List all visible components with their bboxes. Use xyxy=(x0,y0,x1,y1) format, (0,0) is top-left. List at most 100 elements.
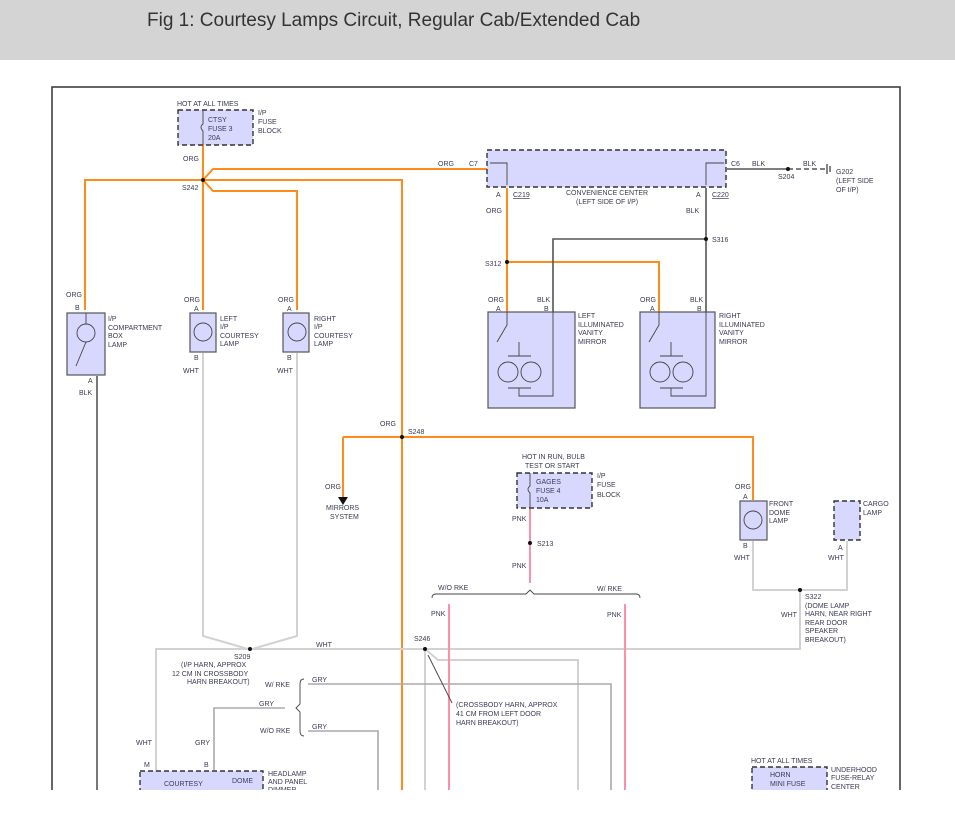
label: PNK xyxy=(512,563,527,570)
label: COURTESY xyxy=(220,333,259,340)
label: (LEFT SIDE OF I/P) xyxy=(576,199,638,206)
label: W/O RKE xyxy=(438,585,469,592)
label: G202 xyxy=(836,169,853,176)
label: A xyxy=(287,306,292,313)
label: ORG xyxy=(735,484,751,491)
label: W/ RKE xyxy=(265,682,290,689)
label: LEFT xyxy=(220,316,238,323)
label: GRY xyxy=(259,701,274,708)
label: FUSE xyxy=(597,482,616,489)
label: CARGO xyxy=(863,501,889,508)
label: ORG xyxy=(486,208,502,215)
label: A xyxy=(88,378,93,385)
label: BLK xyxy=(79,390,93,397)
label: BLK xyxy=(686,208,700,215)
label: A xyxy=(496,306,501,313)
label: BLK xyxy=(537,297,551,304)
label: LAMP xyxy=(314,341,333,348)
label: B xyxy=(204,762,209,769)
label: PNK xyxy=(431,611,446,618)
label: COURTESY xyxy=(314,333,353,340)
label: (DOME LAMP xyxy=(805,603,850,610)
pnk-wires xyxy=(448,508,626,790)
label: I/P xyxy=(220,324,229,331)
label: DIMMER xyxy=(268,787,296,794)
label: VANITY xyxy=(719,330,744,337)
label: PNK xyxy=(607,612,622,619)
label: A xyxy=(838,545,843,552)
label: WHT xyxy=(781,612,798,619)
label: BLK xyxy=(752,161,766,168)
convenience-center xyxy=(486,149,727,188)
label: W/ RKE xyxy=(597,586,622,593)
label: WHT xyxy=(183,368,200,375)
label: I/P xyxy=(258,110,267,117)
label: ORG xyxy=(278,297,294,304)
label: HARN, NEAR RIGHT xyxy=(805,611,873,618)
label: GRY xyxy=(312,677,327,684)
ground-icon xyxy=(826,164,831,174)
label: I/P xyxy=(314,324,323,331)
label: 12 CM IN CROSSBODY xyxy=(172,671,249,678)
connector-link[interactable]: C219 xyxy=(513,192,530,199)
label: BLK xyxy=(803,161,817,168)
label: 20A xyxy=(208,135,221,142)
label: WHT xyxy=(136,740,153,747)
label: B xyxy=(544,306,549,313)
label: B xyxy=(194,355,199,362)
right-vanity-mirror xyxy=(639,311,716,409)
label: HARN BREAKOUT) xyxy=(187,679,250,686)
label: SPEAKER xyxy=(805,628,838,635)
label: WHT xyxy=(277,368,294,375)
label: LAMP xyxy=(108,342,127,349)
label: HOT AT ALL TIMES xyxy=(177,101,239,108)
label: MIRROR xyxy=(578,339,606,346)
label: (LEFT SIDE xyxy=(836,178,874,185)
label: HOT IN RUN, BULB xyxy=(522,454,585,461)
org-wires xyxy=(84,145,754,790)
arrow-icon xyxy=(338,497,348,505)
label: FUSE-RELAY xyxy=(831,775,875,782)
label: A xyxy=(743,494,748,501)
label: COMPARTMENT xyxy=(108,325,163,332)
label: BOX xyxy=(108,333,123,340)
label: 41 CM FROM LEFT DOOR xyxy=(456,711,541,718)
label: REAR DOOR xyxy=(805,620,847,627)
label: CTSY xyxy=(208,117,227,124)
label: COURTESY xyxy=(164,781,203,788)
label: (CROSSBODY HARN, APPROX xyxy=(456,702,558,709)
label: C6 xyxy=(731,161,740,168)
label: HARN BREAKOUT) xyxy=(456,720,519,727)
connector-link[interactable]: C220 xyxy=(712,192,729,199)
label: LAMP xyxy=(769,518,788,525)
label: M xyxy=(144,762,150,769)
left-vanity-mirror xyxy=(487,311,576,409)
label: C7 xyxy=(469,161,478,168)
label: MINI FUSE xyxy=(770,781,806,788)
label: S204 xyxy=(778,174,794,181)
label: I/P xyxy=(597,473,606,480)
label: VANITY xyxy=(578,330,603,337)
label: DOME xyxy=(232,778,253,785)
headlamp-panel-dimmer xyxy=(139,770,264,790)
label: LAMP xyxy=(220,341,239,348)
label: BREAKOUT) xyxy=(805,637,846,644)
label: WHT xyxy=(316,642,333,649)
label: SYSTEM xyxy=(330,514,359,521)
label: ORG xyxy=(640,297,656,304)
label: ORG xyxy=(488,297,504,304)
label: HORN xyxy=(770,772,791,779)
label: S312 xyxy=(485,261,501,268)
rke-bracket xyxy=(295,678,305,737)
label: S316 xyxy=(712,237,728,244)
label: ORG xyxy=(66,292,82,299)
label: FUSE 3 xyxy=(208,126,233,133)
label: B xyxy=(697,306,702,313)
label: S242 xyxy=(182,185,198,192)
label: UNDERHOOD xyxy=(831,767,877,774)
label: FUSE xyxy=(258,119,277,126)
label: GRY xyxy=(195,740,210,747)
label: AND PANEL xyxy=(268,779,307,786)
label: S248 xyxy=(408,429,424,436)
label: ORG xyxy=(184,297,200,304)
